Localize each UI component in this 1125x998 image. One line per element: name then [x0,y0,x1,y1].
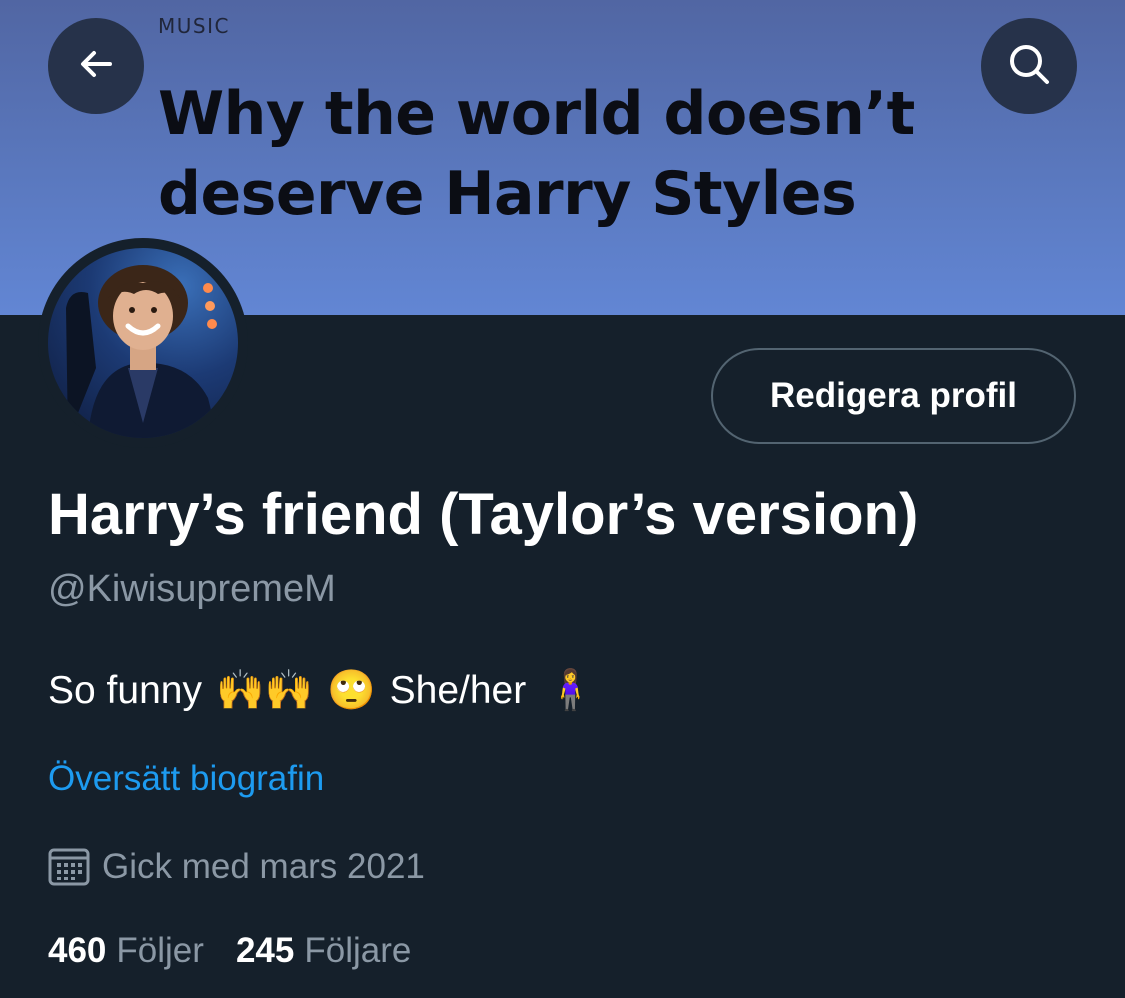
joined-date: Gick med mars 2021 [48,844,425,890]
bio-pronouns: She/her [389,669,527,712]
profile-bio: So funny 🙌🙌 🙄 She/her 🧍‍♀️ [48,666,595,716]
following-label: Följer [116,931,204,970]
banner-headline: Why the world doesn’t deserve Harry Styl… [158,79,915,229]
back-button[interactable] [48,18,144,114]
banner-kicker: MUSIC [158,14,230,38]
edit-profile-button[interactable]: Redigera profil [711,348,1076,444]
calendar-icon [48,848,90,886]
standing-woman-emoji: 🧍‍♀️ [546,669,595,712]
arrow-left-icon [76,44,116,89]
raised-hands-emoji: 🙌🙌 [215,669,314,712]
avatar-photo [48,248,238,438]
profile-avatar[interactable] [38,238,248,448]
search-button[interactable] [981,18,1077,114]
following-stat[interactable]: 460 Följer [48,928,204,974]
joined-label: Gick med mars 2021 [102,847,425,886]
search-icon [1007,42,1051,91]
display-name: Harry’s friend (Taylor’s version) [48,482,919,547]
follow-stats: 460 Följer 245 Följare [48,928,411,974]
followers-label: Följare [304,931,412,970]
eye-roll-emoji: 🙄 [327,669,376,712]
followers-stat[interactable]: 245 Följare [236,928,411,974]
following-count: 460 [48,931,107,970]
translate-bio-link[interactable]: Översätt biografin [48,756,324,802]
profile-handle: @KiwisupremeM [48,568,336,610]
bio-text-start: So funny [48,669,202,712]
followers-count: 245 [235,931,295,970]
